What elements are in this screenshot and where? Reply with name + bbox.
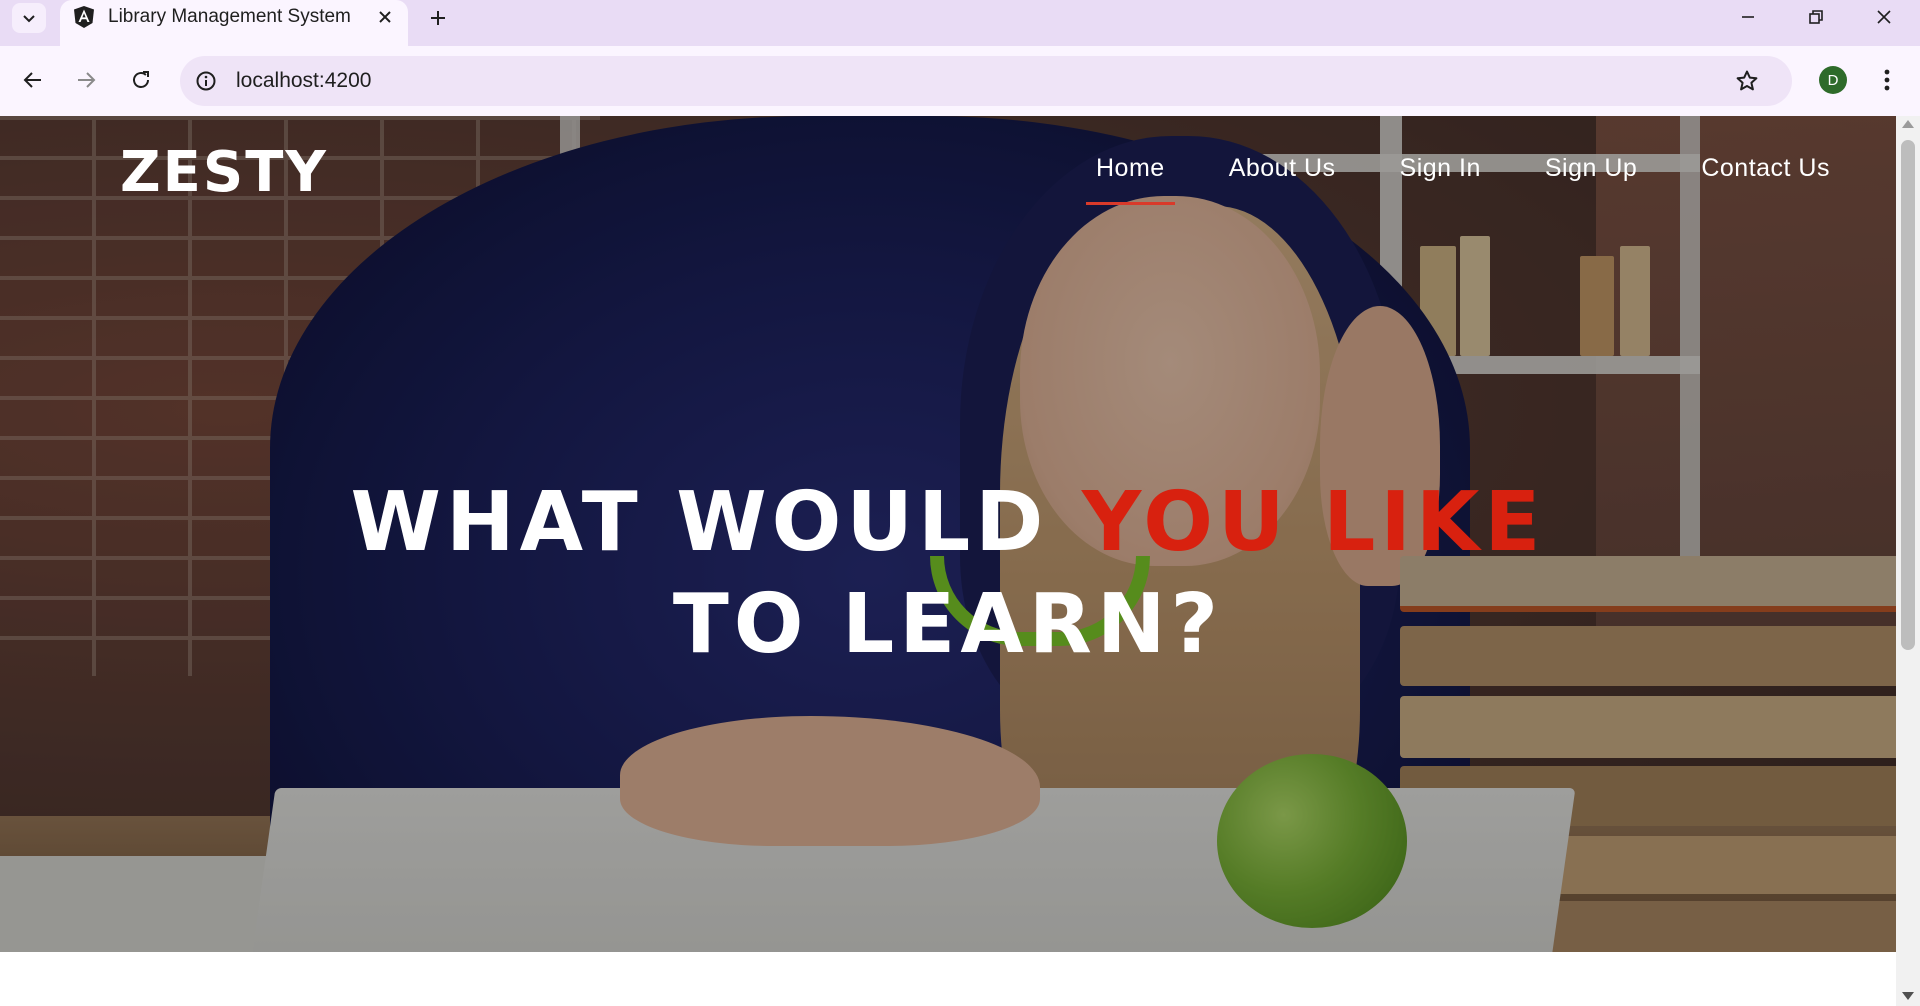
reload-icon (133, 71, 149, 88)
page-viewport: ZESTY Home About Us Sign In Sign Up Cont… (0, 116, 1896, 1006)
close-tab-button[interactable] (370, 2, 400, 32)
nav-link-contact-us[interactable]: Contact Us (1691, 154, 1840, 205)
close-icon (379, 11, 391, 23)
close-window-button[interactable] (1850, 0, 1918, 34)
address-bar[interactable]: localhost:4200 (180, 56, 1792, 106)
reload-button[interactable] (122, 61, 160, 99)
nav-link-sign-in[interactable]: Sign In (1390, 154, 1491, 205)
hero-section: ZESTY Home About Us Sign In Sign Up Cont… (0, 116, 1896, 952)
star-icon (1736, 70, 1758, 91)
browser-menu-button[interactable] (1870, 63, 1904, 97)
headline-part2: TO LEARN? (672, 577, 1224, 672)
tab-search-button[interactable] (12, 3, 46, 33)
forward-button[interactable] (67, 61, 105, 99)
minimize-button[interactable] (1714, 0, 1782, 34)
new-tab-button[interactable] (422, 2, 454, 34)
restore-icon (1809, 10, 1823, 24)
chevron-down-icon (23, 15, 35, 23)
scroll-up-arrow[interactable] (1902, 120, 1914, 128)
site-logo[interactable]: ZESTY (120, 140, 328, 205)
kebab-menu-icon (1884, 69, 1890, 91)
tab-title: Library Management System (108, 6, 351, 27)
bookmark-button[interactable] (1732, 66, 1762, 96)
arrow-right-icon (78, 72, 96, 88)
scrollbar-thumb[interactable] (1901, 140, 1915, 650)
browser-toolbar: localhost:4200 D (0, 46, 1920, 116)
back-button[interactable] (14, 61, 52, 99)
browser-tab[interactable]: Library Management System (60, 0, 408, 46)
info-icon (196, 71, 216, 91)
headline-accent: YOU LIKE (1081, 475, 1546, 570)
site-nav: Home About Us Sign In Sign Up Contact Us (1062, 154, 1860, 205)
site-info-button[interactable] (192, 67, 220, 95)
page-scrollbar[interactable] (1896, 116, 1920, 1006)
angular-icon (74, 6, 94, 28)
nav-link-sign-up[interactable]: Sign Up (1535, 154, 1647, 205)
profile-avatar[interactable]: D (1819, 66, 1847, 94)
nav-link-about-us[interactable]: About Us (1219, 154, 1346, 205)
headline-part1: WHAT WOULD (350, 475, 1082, 570)
nav-link-home[interactable]: Home (1086, 154, 1175, 205)
close-icon (1877, 10, 1891, 24)
arrow-left-icon (23, 72, 41, 88)
plus-icon (431, 11, 445, 25)
hero-headline: WHAT WOULD YOU LIKE TO LEARN? (0, 472, 1896, 676)
scroll-down-arrow[interactable] (1902, 992, 1914, 1000)
browser-tab-strip: Library Management System (0, 0, 1920, 46)
url-text[interactable]: localhost:4200 (236, 69, 371, 93)
minimize-icon (1742, 16, 1754, 18)
restore-button[interactable] (1782, 0, 1850, 34)
